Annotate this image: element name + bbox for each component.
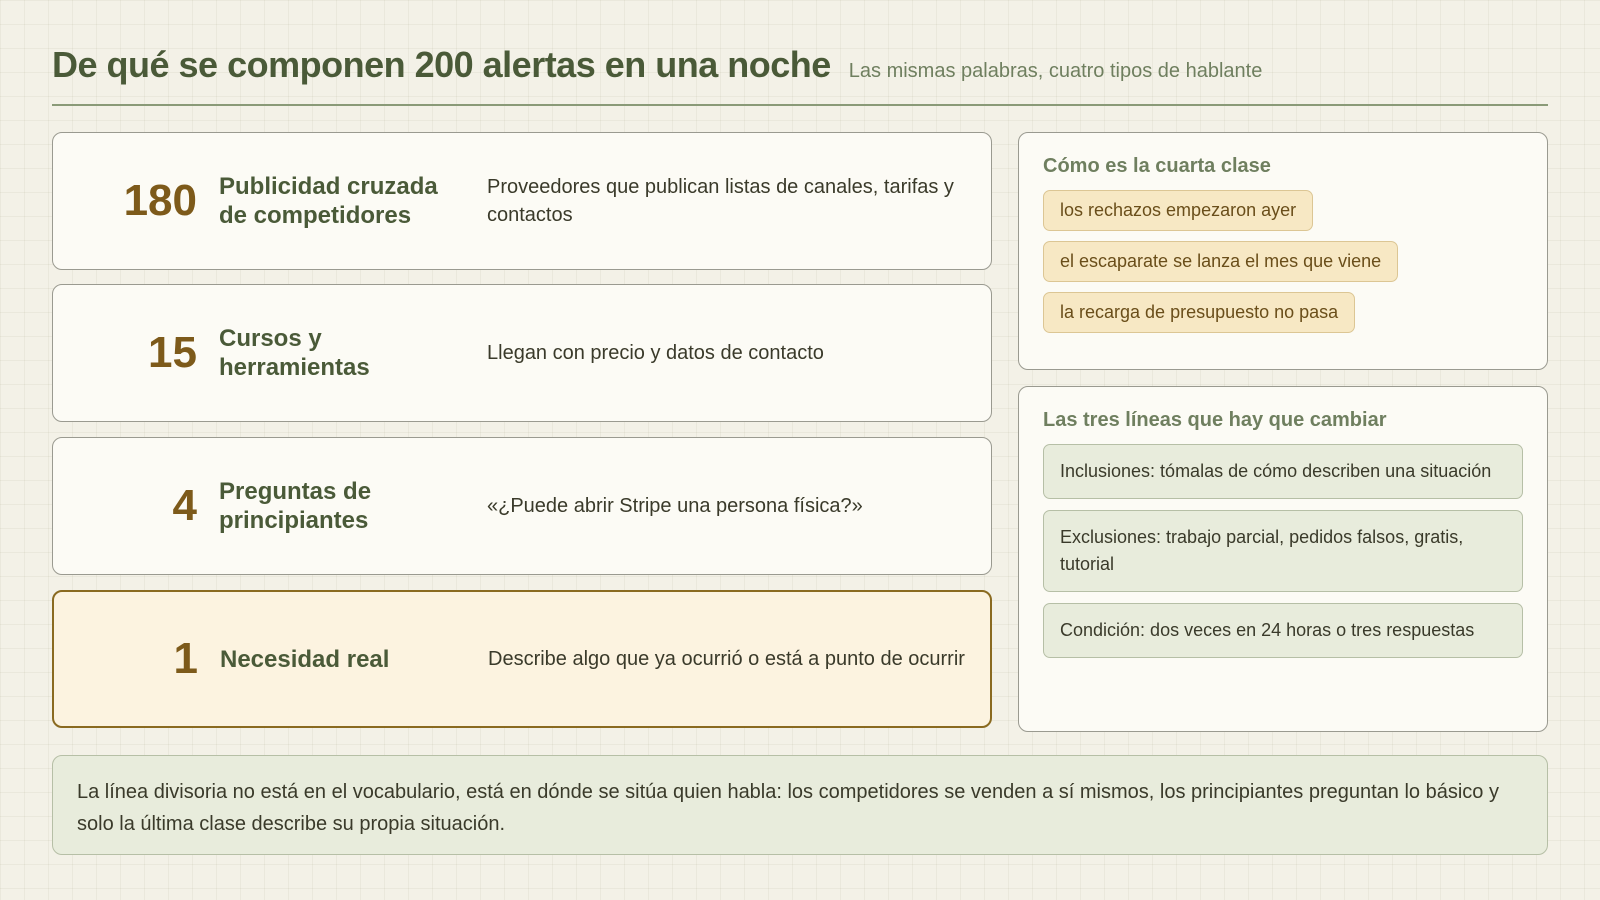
category-description: Llegan con precio y datos de contacto [487, 342, 824, 364]
change-item-inclusions: Inclusiones: tómalas de cómo describen u… [1043, 444, 1523, 499]
category-count: 1 [173, 634, 198, 683]
category-label: Cursos y herramientas [219, 325, 370, 381]
category-row-competitors: 180 Publicidad cruzada de competidores P… [52, 132, 992, 270]
example-chip: la recarga de presupuesto no pasa [1043, 292, 1356, 333]
category-row-courses: 15 Cursos y herramientas Llegan con prec… [52, 284, 992, 422]
example-chip: los rechazos empezaron ayer [1043, 190, 1314, 231]
category-count: 180 [123, 176, 197, 225]
change-item-condition: Condición: dos veces en 24 horas o tres … [1043, 603, 1523, 658]
fourth-class-heading: Cómo es la cuarta clase [1043, 155, 1271, 177]
category-row-real-need: 1 Necesidad real Describe algo que ya oc… [52, 590, 992, 728]
example-chip-list: los rechazos empezaron ayer el escaparat… [1043, 190, 1523, 343]
changes-heading: Las tres líneas que hay que cambiar [1043, 409, 1387, 431]
category-label: Preguntas de principiantes [219, 478, 372, 534]
fourth-class-panel: Cómo es la cuarta clase los rechazos emp… [1018, 132, 1548, 370]
summary-footer: La línea divisoria no está en el vocabul… [52, 755, 1548, 855]
changes-panel: Las tres líneas que hay que cambiar Incl… [1018, 386, 1548, 732]
category-count: 4 [172, 481, 197, 530]
category-label: Publicidad cruzada de competidores [219, 173, 438, 229]
page-subtitle: Las mismas palabras, cuatro tipos de hab… [848, 60, 1263, 82]
change-item-exclusions: Exclusiones: trabajo parcial, pedidos fa… [1043, 510, 1523, 592]
category-description: «¿Puede abrir Stripe una persona física?… [487, 495, 863, 517]
page-header: De qué se componen 200 alertas en una no… [52, 44, 1548, 106]
category-label: Necesidad real [220, 645, 390, 673]
page-title: De qué se componen 200 alertas en una no… [52, 44, 831, 85]
category-count: 15 [148, 328, 197, 377]
example-chip: el escaparate se lanza el mes que viene [1043, 241, 1399, 282]
category-description: Describe algo que ya ocurrió o está a pu… [488, 648, 965, 670]
category-row-beginners: 4 Preguntas de principiantes «¿Puede abr… [52, 437, 992, 575]
category-description: Proveedores que publican listas de canal… [487, 176, 954, 226]
